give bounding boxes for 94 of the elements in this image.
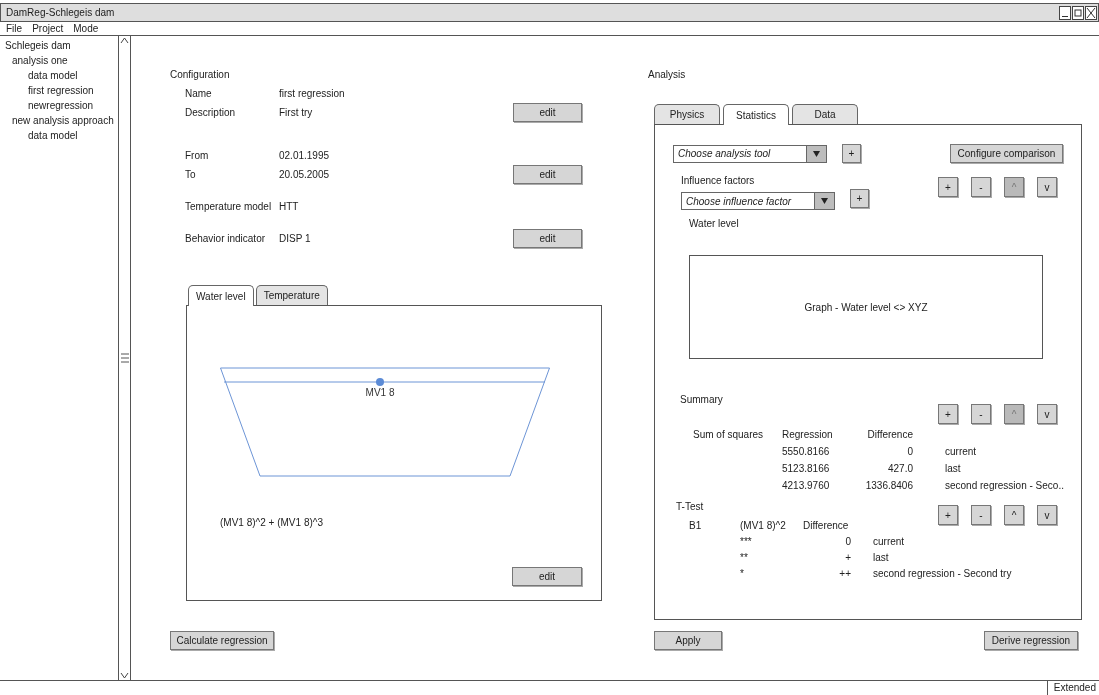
- tab[interactable]: Statistics: [723, 104, 789, 125]
- order-button[interactable]: v: [1037, 177, 1057, 197]
- menu-item[interactable]: Mode: [73, 22, 99, 35]
- table-cell: 5550.8166: [782, 446, 830, 457]
- tree-item[interactable]: data model: [0, 68, 118, 83]
- close-icon[interactable]: [1085, 5, 1097, 20]
- field-label: To: [185, 169, 197, 180]
- scrollbar[interactable]: [119, 36, 131, 680]
- order-button[interactable]: +: [938, 505, 958, 525]
- field-value: HTT: [279, 201, 299, 212]
- maximize-icon[interactable]: [1072, 5, 1084, 20]
- field-value: First try: [279, 107, 313, 118]
- table-cell: *: [740, 567, 744, 579]
- add-button[interactable]: +: [842, 144, 861, 163]
- tree-item[interactable]: analysis one: [0, 53, 118, 68]
- tree-item[interactable]: new analysis approach: [0, 113, 118, 128]
- table-cell: 1336.8406: [865, 480, 913, 491]
- table-cell: second regression - Seco..: [945, 480, 1064, 491]
- influence-factor-dropdown[interactable]: Choose influence factor: [681, 192, 835, 210]
- field-value: DISP 1: [279, 233, 311, 244]
- sensor-dot-icon: [376, 378, 384, 386]
- table-cell: 5123.8166: [782, 463, 830, 474]
- table-cell: second regression - Second try: [873, 567, 1012, 579]
- graph-caption: Graph - Water level <> XYZ: [804, 301, 928, 313]
- section-title: T-Test: [676, 501, 705, 513]
- sensor-label: MV1 8: [365, 387, 395, 398]
- derive-regression-button[interactable]: Derive regression: [984, 631, 1078, 650]
- calculate-regression-button[interactable]: Calculate regression: [170, 631, 274, 650]
- table-cell: ***: [740, 535, 752, 547]
- field-label: Behavior indicator: [185, 233, 267, 244]
- column-header: Difference: [803, 519, 849, 531]
- column-header: B1: [689, 519, 702, 531]
- edit-button[interactable]: edit: [513, 229, 582, 248]
- order-button[interactable]: v: [1037, 505, 1057, 525]
- table-cell: **: [740, 551, 748, 563]
- table-cell: 0: [907, 446, 913, 457]
- table-cell: last: [945, 463, 961, 474]
- influence-factor-item[interactable]: Water level: [689, 218, 739, 230]
- minimize-icon[interactable]: [1059, 5, 1071, 20]
- field-value: 02.01.1995: [279, 150, 330, 161]
- table-cell: last: [873, 551, 889, 563]
- field-label: Name: [185, 88, 213, 99]
- order-button[interactable]: v: [1037, 404, 1057, 424]
- analysis-tool-dropdown[interactable]: Choose analysis tool: [673, 144, 827, 163]
- tree-item[interactable]: Schlegeis dam: [0, 38, 118, 53]
- column-header: Regression: [782, 429, 833, 440]
- table-cell: current: [873, 535, 905, 547]
- tab[interactable]: Data: [792, 104, 858, 124]
- order-button[interactable]: -: [971, 177, 991, 197]
- window-title: DamReg-Schlegeis dam: [6, 7, 116, 18]
- scroll-down-icon[interactable]: [119, 671, 130, 680]
- field-label: Temperature model: [185, 201, 273, 212]
- tree-item[interactable]: data model: [0, 128, 118, 143]
- tab[interactable]: Physics: [654, 104, 720, 124]
- configure-comparison-button[interactable]: Configure comparison: [950, 144, 1063, 163]
- order-button[interactable]: ^: [1004, 505, 1024, 525]
- order-button[interactable]: -: [971, 505, 991, 525]
- menu-item[interactable]: Project: [32, 22, 64, 35]
- caret-icon[interactable]: [814, 193, 834, 209]
- tab[interactable]: Temperature: [255, 285, 328, 305]
- section-title: Configuration: [170, 69, 230, 81]
- column-header: Difference: [867, 429, 913, 440]
- scroll-up-icon[interactable]: [119, 36, 130, 45]
- order-button[interactable]: -: [971, 404, 991, 424]
- table-cell: 0: [845, 535, 851, 547]
- order-button[interactable]: +: [938, 177, 958, 197]
- menu-item[interactable]: File: [6, 22, 23, 35]
- tree-item[interactable]: first regression: [0, 83, 118, 98]
- field-value: 20.05.2005: [279, 169, 330, 180]
- tab[interactable]: Water level: [188, 285, 254, 306]
- table-cell: +: [845, 551, 851, 563]
- field-label: Description: [185, 107, 237, 118]
- table-cell: 427.0: [887, 463, 913, 474]
- order-button[interactable]: +: [938, 404, 958, 424]
- scrollbar-grip-icon[interactable]: [120, 353, 129, 363]
- field-label: From: [185, 150, 210, 161]
- tree-item[interactable]: newregression: [0, 98, 118, 113]
- edit-button[interactable]: edit: [512, 567, 582, 586]
- caret-icon[interactable]: [806, 145, 826, 162]
- section-title: Summary: [680, 394, 724, 406]
- table-cell: ++: [839, 567, 851, 579]
- table-cell: current: [945, 446, 977, 457]
- field-value: first regression: [279, 88, 345, 99]
- add-button[interactable]: +: [850, 189, 869, 208]
- edit-button[interactable]: edit: [513, 165, 582, 184]
- section-title: Analysis: [648, 69, 686, 81]
- status-text: Extended: [1046, 681, 1099, 695]
- column-header: (MV1 8)^2: [740, 519, 786, 531]
- section-title: Influence factors: [681, 175, 756, 187]
- apply-button[interactable]: Apply: [654, 631, 722, 650]
- table-cell: 4213.9760: [782, 480, 830, 491]
- edit-button[interactable]: edit: [513, 103, 582, 122]
- formula-text: (MV1 8)^2 + (MV1 8)^3: [220, 517, 324, 528]
- column-header: Sum of squares: [693, 429, 764, 440]
